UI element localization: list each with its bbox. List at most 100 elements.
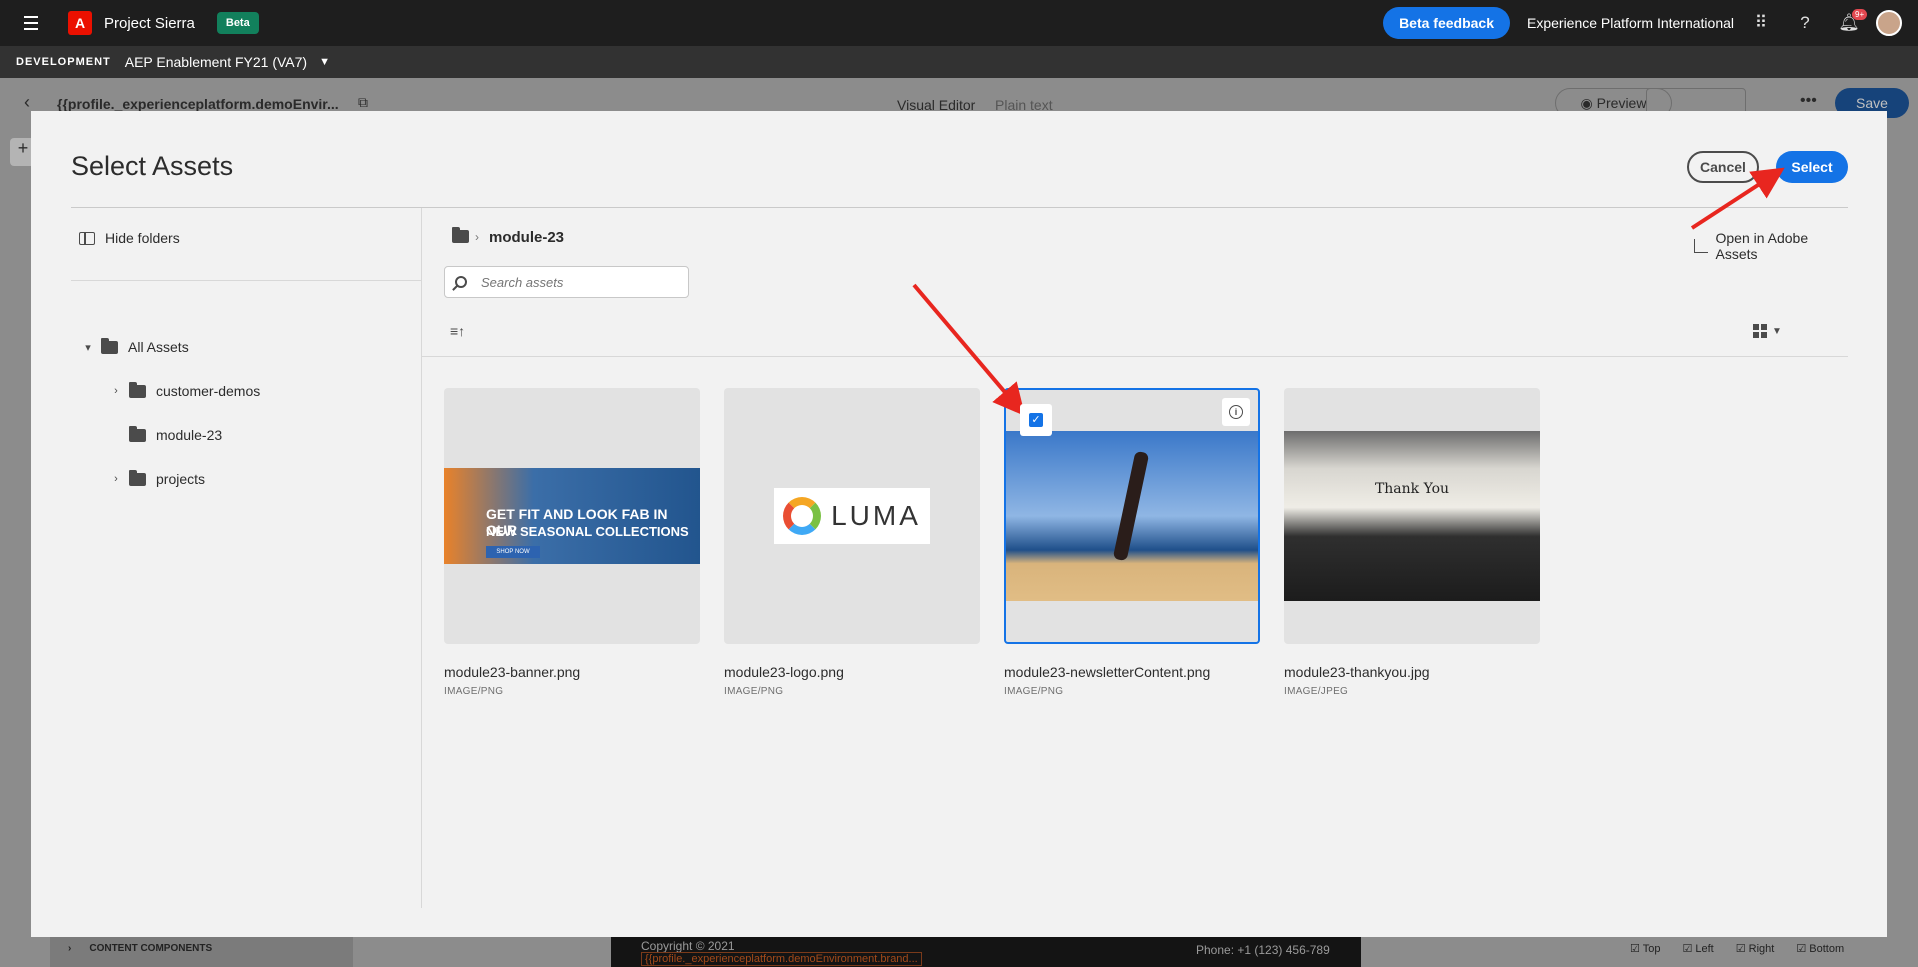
asset-type: IMAGE/PNG [724,686,784,697]
yoga-figure [1112,450,1150,562]
search-input[interactable] [479,273,679,291]
breadcrumb-separator: › [475,230,479,244]
adobe-logo[interactable]: A [68,11,92,35]
tree-item-projects[interactable]: › projects [109,469,206,487]
folder-tree-panel: Hide folders ▾ All Assets › customer-dem… [71,208,422,908]
select-assets-dialog: Select Assets Cancel Select Hide folders… [31,111,1887,937]
asset-name: module23-banner.png [444,664,581,680]
app-grid-icon[interactable]: ⠿ [1744,0,1778,46]
search-field [444,266,689,298]
asset-name: module23-newsletterContent.png [1004,664,1211,680]
open-in-adobe-assets-link[interactable]: Open in Adobe Assets [1694,230,1848,262]
sandbox-bar: DEVELOPMENT AEP Enablement FY21 (VA7) ▼ [0,46,1918,78]
tree-item-label: module-23 [156,427,223,443]
asset-thumbnail[interactable]: GET FIT AND LOOK FAB IN OUR NEW SEASONAL… [444,388,700,644]
tree-item-label: All Assets [128,339,189,355]
search-icon [455,276,467,288]
editor-title: {{profile._experienceplatform.demoEnvir.… [57,96,339,112]
folder-icon [129,425,146,442]
view-toggle[interactable]: ▼ [1753,324,1782,338]
info-button[interactable]: i [1222,398,1250,426]
tree-item-module-23[interactable]: module-23 [129,425,223,443]
org-switcher[interactable]: Experience Platform International [1527,15,1734,31]
open-external-icon [1694,239,1708,253]
beta-badge: Beta [216,12,259,34]
asset-card[interactable]: LUMA module23-logo.png IMAGE/PNG [724,388,980,697]
info-icon: i [1229,405,1243,419]
asset-thumbnail[interactable]: LUMA [724,388,980,644]
tree-item-all-assets[interactable]: ▾ All Assets [81,337,189,355]
asset-card[interactable]: Thank You module23-thankyou.jpg IMAGE/JP… [1284,388,1540,697]
luma-logo-image: LUMA [774,488,930,544]
sort-icon[interactable]: ≡↑ [450,323,465,339]
border-checkboxes: ☑ Top ☑ Left ☑ Right ☑ Bottom [1630,942,1844,955]
footer-phone: Phone: +1 (123) 456-789 [1196,943,1330,957]
yoga-beach-image [1006,431,1258,601]
asset-browser: › module-23 Open in Adobe Assets ≡↑ ▼ GE… [422,208,1848,908]
divider [71,280,422,281]
help-icon[interactable]: ? [1788,0,1822,46]
rail-icon [79,231,95,245]
checkmark-icon: ✓ [1029,413,1043,427]
check-top: ☑ Top [1630,943,1661,955]
asset-type: IMAGE/PNG [444,686,504,697]
hide-folders-label: Hide folders [105,230,180,246]
beta-feedback-button[interactable]: Beta feedback [1383,7,1510,39]
tree-item-label: customer-demos [156,383,261,399]
asset-name: module23-logo.png [724,664,844,680]
chevron-down-icon[interactable]: ▾ [81,341,95,354]
banner-cta: SHOP NOW [486,546,540,558]
open-in-adobe-assets-label: Open in Adobe Assets [1715,230,1809,262]
logo-wordmark: LUMA [831,500,921,531]
asset-checkbox[interactable]: ✓ [1020,404,1052,436]
hide-folders-button[interactable]: Hide folders [79,230,180,246]
chevron-right-icon[interactable]: › [109,385,123,397]
check-left: ☑ Left [1682,943,1714,955]
asset-type: IMAGE/PNG [1004,686,1064,697]
check-bottom: ☑ Bottom [1796,943,1845,955]
chevron-right-icon: › [68,943,72,954]
sandbox-name[interactable]: AEP Enablement FY21 (VA7) [125,54,307,70]
environment-label: DEVELOPMENT [16,56,111,68]
divider [422,356,1848,357]
tree-item-customer-demos[interactable]: › customer-demos [109,381,261,399]
folder-icon [129,381,146,398]
asset-name: module23-thankyou.jpg [1284,664,1430,680]
bell-icon[interactable]: 🔔︎ 9+ [1832,0,1868,46]
asset-card[interactable]: GET FIT AND LOOK FAB IN OUR NEW SEASONAL… [444,388,700,697]
dialog-title: Select Assets [71,151,234,181]
back-arrow-icon: ‹ [24,92,30,112]
preview-label: Preview [1596,95,1647,111]
typewriter-image: Thank You [1284,431,1540,601]
chevron-right-icon[interactable]: › [109,473,123,485]
cancel-button[interactable]: Cancel [1687,151,1759,183]
tree-item-label: projects [156,471,206,487]
header-actions: Beta feedback Experience Platform Intern… [1383,0,1918,46]
asset-thumbnail[interactable]: ✓ i [1004,388,1260,644]
breadcrumb-current: module-23 [489,229,565,246]
global-header: A Project Sierra Beta Beta feedback Expe… [0,0,1918,46]
folder-icon[interactable] [452,227,469,243]
avatar[interactable] [1876,10,1902,36]
asset-card-selected[interactable]: ✓ i module23-newsletterContent.png IMAGE… [1004,388,1260,697]
content-components-label: CONTENT COMPONENTS [89,943,213,954]
typewriter-text: Thank You [1374,481,1450,497]
folder-icon [129,469,146,486]
notification-count: 9+ [1852,9,1868,20]
chevron-down-icon[interactable]: ▼ [319,56,330,68]
banner-subheadline: NEW SEASONAL COLLECTIONS [486,524,689,539]
select-button[interactable]: Select [1776,151,1848,183]
app-name: Project Sierra [104,14,195,32]
footer-brand: {{profile._experienceplatform.demoEnviro… [641,952,922,966]
menu-icon[interactable] [16,8,46,38]
more-icon: ••• [1800,92,1817,109]
chevron-down-icon: ▼ [1772,325,1782,337]
footer-copyright: Copyright © 2021 [641,939,735,953]
banner-image: GET FIT AND LOOK FAB IN OUR NEW SEASONAL… [444,468,700,564]
folder-open-icon [101,337,118,354]
asset-thumbnail[interactable]: Thank You [1284,388,1540,644]
check-right: ☑ Right [1735,943,1775,955]
luma-ring-icon [783,497,822,535]
grid-view-icon [1753,324,1767,338]
asset-type: IMAGE/JPEG [1284,686,1349,697]
